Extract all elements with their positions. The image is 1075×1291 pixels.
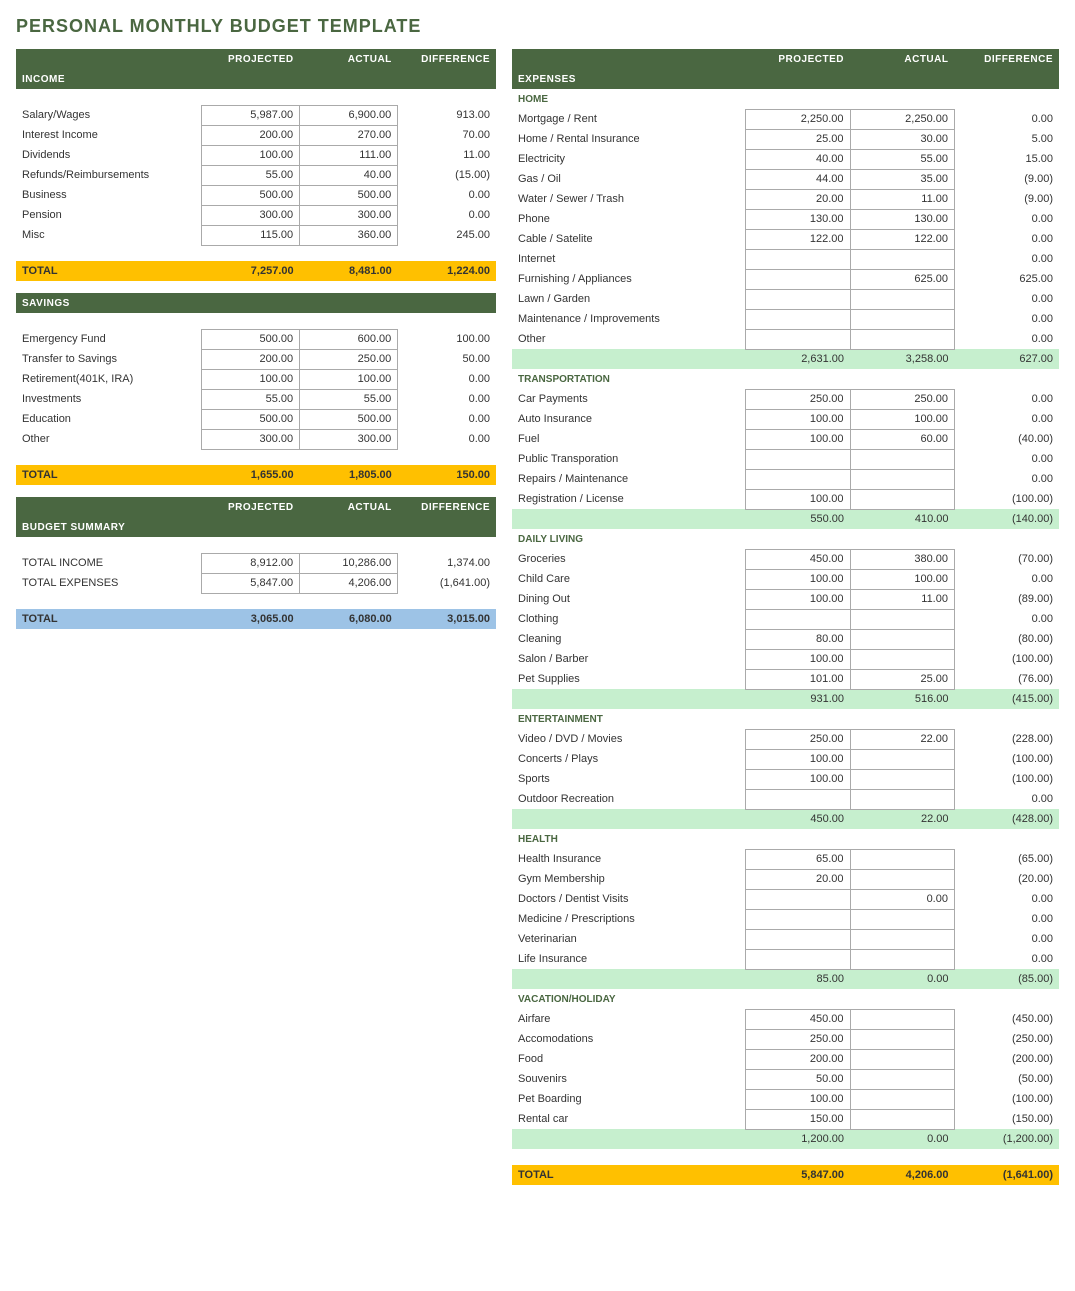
expense-row-gym: Gym Membership 20.00 (20.00) <box>512 869 1059 889</box>
expense-row-auto-insurance: Auto Insurance 100.00 100.00 0.00 <box>512 409 1059 429</box>
expense-row-electricity: Electricity 40.00 55.00 15.00 <box>512 149 1059 169</box>
expense-row-clothing: Clothing 0.00 <box>512 609 1059 629</box>
health-subsection-header: HEALTH <box>512 829 1059 849</box>
income-row-pension: Pension 300.00 300.00 0.00 <box>16 205 496 225</box>
expense-row-mortgage: Mortgage / Rent 2,250.00 2,250.00 0.00 <box>512 109 1059 129</box>
expense-row-registration: Registration / License 100.00 (100.00) <box>512 489 1059 509</box>
expense-row-water: Water / Sewer / Trash 20.00 11.00 (9.00) <box>512 189 1059 209</box>
expenses-section-header: EXPENSES <box>512 69 1059 89</box>
income-section-header: INCOME <box>16 69 496 89</box>
expense-row-life-insurance: Life Insurance 0.00 <box>512 949 1059 969</box>
transportation-subsection-header: TRANSPORTATION <box>512 369 1059 389</box>
home-subtotal-row: 2,631.00 3,258.00 627.00 <box>512 349 1059 369</box>
transportation-subtotal-row: 550.00 410.00 (140.00) <box>512 509 1059 529</box>
income-total-row: TOTAL 7,257.00 8,481.00 1,224.00 <box>16 261 496 281</box>
expenses-projected-header: PROJECTED <box>746 49 850 69</box>
expense-row-sports: Sports 100.00 (100.00) <box>512 769 1059 789</box>
daily-living-subtotal-row: 931.00 516.00 (415.00) <box>512 689 1059 709</box>
daily-living-subsection-header: DAILY LIVING <box>512 529 1059 549</box>
expense-row-salon: Salon / Barber 100.00 (100.00) <box>512 649 1059 669</box>
expense-row-groceries: Groceries 450.00 380.00 (70.00) <box>512 549 1059 569</box>
expense-row-pet-supplies: Pet Supplies 101.00 25.00 (76.00) <box>512 669 1059 689</box>
health-subtotal-row: 85.00 0.00 (85.00) <box>512 969 1059 989</box>
vacation-subtotal-row: 1,200.00 0.00 (1,200.00) <box>512 1129 1059 1149</box>
savings-row-investments: Investments 55.00 55.00 0.00 <box>16 389 496 409</box>
summary-row-expenses: TOTAL EXPENSES 5,847.00 4,206.00 (1,641.… <box>16 573 496 593</box>
expense-row-food: Food 200.00 (200.00) <box>512 1049 1059 1069</box>
expense-row-home-insurance: Home / Rental Insurance 25.00 30.00 5.00 <box>512 129 1059 149</box>
savings-row-retirement: Retirement(401K, IRA) 100.00 100.00 0.00 <box>16 369 496 389</box>
expense-row-movies: Video / DVD / Movies 250.00 22.00 (228.0… <box>512 729 1059 749</box>
savings-table: SAVINGS Emergency Fund 500.00 600.00 100… <box>16 293 496 485</box>
income-row-dividends: Dividends 100.00 111.00 11.00 <box>16 145 496 165</box>
expense-row-cable: Cable / Satelite 122.00 122.00 0.00 <box>512 229 1059 249</box>
savings-row-transfer: Transfer to Savings 200.00 250.00 50.00 <box>16 349 496 369</box>
savings-row-emergency: Emergency Fund 500.00 600.00 100.00 <box>16 329 496 349</box>
expenses-total-row: TOTAL 5,847.00 4,206.00 (1,641.00) <box>512 1165 1059 1185</box>
expenses-actual-header: ACTUAL <box>850 49 954 69</box>
expense-row-outdoor: Outdoor Recreation 0.00 <box>512 789 1059 809</box>
income-table: PROJECTED ACTUAL DIFFERENCE INCOME Salar… <box>16 49 496 281</box>
expense-row-fuel: Fuel 100.00 60.00 (40.00) <box>512 429 1059 449</box>
expense-row-accommodations: Accomodations 250.00 (250.00) <box>512 1029 1059 1049</box>
summary-diff-header: DIFFERENCE <box>398 497 496 517</box>
income-row-salary: Salary/Wages 5,987.00 6,900.00 913.00 <box>16 105 496 125</box>
expense-row-furnishing: Furnishing / Appliances 625.00 625.00 <box>512 269 1059 289</box>
entertainment-subtotal-row: 450.00 22.00 (428.00) <box>512 809 1059 829</box>
savings-section-header: SAVINGS <box>16 293 496 313</box>
vacation-subsection-header: VACATION/HOLIDAY <box>512 989 1059 1009</box>
savings-row-education: Education 500.00 500.00 0.00 <box>16 409 496 429</box>
income-row-interest: Interest Income 200.00 270.00 70.00 <box>16 125 496 145</box>
expense-row-vet: Veterinarian 0.00 <box>512 929 1059 949</box>
expense-row-car-payments: Car Payments 250.00 250.00 0.00 <box>512 389 1059 409</box>
expense-row-pet-boarding: Pet Boarding 100.00 (100.00) <box>512 1089 1059 1109</box>
left-column: PROJECTED ACTUAL DIFFERENCE INCOME Salar… <box>16 49 496 641</box>
expenses-diff-header: DIFFERENCE <box>954 49 1059 69</box>
expense-row-lawn: Lawn / Garden 0.00 <box>512 289 1059 309</box>
expense-row-home-other: Other 0.00 <box>512 329 1059 349</box>
income-diff-header: DIFFERENCE <box>398 49 496 69</box>
expense-row-maintenance: Maintenance / Improvements 0.00 <box>512 309 1059 329</box>
right-column: PROJECTED ACTUAL DIFFERENCE EXPENSES HOM… <box>512 49 1059 1197</box>
expense-row-souvenirs: Souvenirs 50.00 (50.00) <box>512 1069 1059 1089</box>
expense-row-cleaning: Cleaning 80.00 (80.00) <box>512 629 1059 649</box>
savings-total-row: TOTAL 1,655.00 1,805.00 150.00 <box>16 465 496 485</box>
expense-row-phone: Phone 130.00 130.00 0.00 <box>512 209 1059 229</box>
income-projected-header: PROJECTED <box>201 49 299 69</box>
summary-row-income: TOTAL INCOME 8,912.00 10,286.00 1,374.00 <box>16 553 496 573</box>
home-subsection-header: HOME <box>512 89 1059 109</box>
summary-projected-header: PROJECTED <box>201 497 299 517</box>
savings-row-other: Other 300.00 300.00 0.00 <box>16 429 496 449</box>
expense-row-dining-out: Dining Out 100.00 11.00 (89.00) <box>512 589 1059 609</box>
income-row-refunds: Refunds/Reimbursements 55.00 40.00 (15.0… <box>16 165 496 185</box>
income-row-business: Business 500.00 500.00 0.00 <box>16 185 496 205</box>
expense-row-public-transport: Public Transporation 0.00 <box>512 449 1059 469</box>
summary-actual-header: ACTUAL <box>300 497 398 517</box>
income-actual-header: ACTUAL <box>300 49 398 69</box>
expense-row-repairs: Repairs / Maintenance 0.00 <box>512 469 1059 489</box>
expense-row-gas: Gas / Oil 44.00 35.00 (9.00) <box>512 169 1059 189</box>
budget-summary-header: BUDGET SUMMARY <box>16 517 496 537</box>
expense-row-rental-car: Rental car 150.00 (150.00) <box>512 1109 1059 1129</box>
expense-row-child-care: Child Care 100.00 100.00 0.00 <box>512 569 1059 589</box>
page-title: PERSONAL MONTHLY BUDGET TEMPLATE <box>16 16 1059 37</box>
expense-row-doctors: Doctors / Dentist Visits 0.00 0.00 <box>512 889 1059 909</box>
expense-row-airfare: Airfare 450.00 (450.00) <box>512 1009 1059 1029</box>
expense-row-medicine: Medicine / Prescriptions 0.00 <box>512 909 1059 929</box>
expense-row-concerts: Concerts / Plays 100.00 (100.00) <box>512 749 1059 769</box>
budget-summary-table: PROJECTED ACTUAL DIFFERENCE BUDGET SUMMA… <box>16 497 496 629</box>
expense-row-health-insurance: Health Insurance 65.00 (65.00) <box>512 849 1059 869</box>
summary-total-row: TOTAL 3,065.00 6,080.00 3,015.00 <box>16 609 496 629</box>
income-row-misc: Misc 115.00 360.00 245.00 <box>16 225 496 245</box>
expenses-table: PROJECTED ACTUAL DIFFERENCE EXPENSES HOM… <box>512 49 1059 1185</box>
expense-row-internet: Internet 0.00 <box>512 249 1059 269</box>
entertainment-subsection-header: ENTERTAINMENT <box>512 709 1059 729</box>
